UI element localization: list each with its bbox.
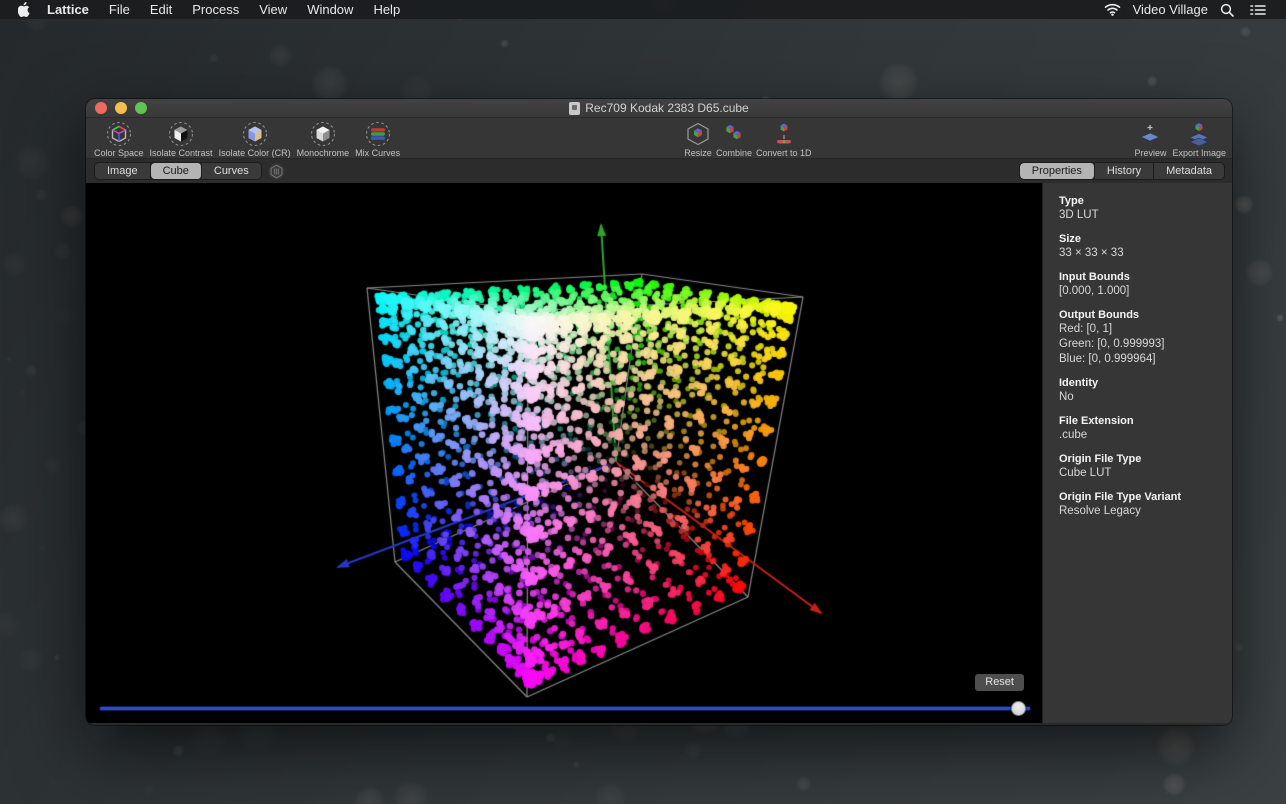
toolbar-button-preview[interactable]: Preview [1134,121,1166,158]
toolbar-button-combine[interactable]: Combine [716,121,752,158]
tab-cube[interactable]: Cube [151,163,202,179]
list-icon[interactable] [1246,4,1270,16]
property-value: No [1059,391,1222,404]
tab-metadata[interactable]: Metadata [1154,163,1224,179]
toolbar-button-convert-to-1d[interactable]: Convert to 1D [756,121,812,158]
tab-image[interactable]: Image [95,163,151,179]
toolbar-label: Isolate Contrast [150,148,213,158]
export-image-icon [1185,121,1213,147]
property-label: Output Bounds [1059,309,1222,321]
menu-item-file[interactable]: File [99,2,140,17]
apple-icon [18,2,31,17]
menu-item-edit[interactable]: Edit [140,2,182,17]
isolate-contrast-icon [168,121,194,147]
menu-bar: Lattice FileEditProcessViewWindowHelp Vi… [0,0,1286,19]
convert-1d-icon [771,121,797,147]
lut-cube-canvas[interactable] [86,183,1042,723]
tab-strip: ImageCubeCurves PropertiesHistoryMetadat… [86,159,1232,183]
titlebar[interactable]: Rec709 Kodak 2383 D65.cube [86,99,1232,118]
search-icon[interactable] [1216,3,1238,17]
window-title: Rec709 Kodak 2383 D65.cube [585,101,748,115]
lut-viewport[interactable]: Reset [86,183,1042,723]
tab-curves[interactable]: Curves [202,163,261,179]
menu-item-help[interactable]: Help [363,2,410,17]
zoom-button[interactable] [135,102,147,114]
property-value: Resolve Legacy [1059,505,1222,518]
view-mode-tabs: ImageCubeCurves [94,162,262,180]
property-value: Green: [0, 0.999993] [1059,338,1222,351]
properties-panel: Type 3D LUT Size 33 × 33 × 33 Input Bounds [0… [1043,183,1232,723]
slider-track[interactable] [100,707,1030,710]
property-label: Type [1059,195,1222,207]
wifi-icon[interactable] [1100,3,1125,16]
property-value: 3D LUT [1059,209,1222,222]
property-label: Size [1059,233,1222,245]
toolbar: Color Space Isolate Contrast Isolate Col… [86,118,1232,159]
status-text[interactable]: Video Village [1133,2,1208,17]
toolbar-label: Preview [1134,148,1166,158]
menu-item-app[interactable]: Lattice [41,2,99,17]
property-label: Origin File Type Variant [1059,491,1222,503]
color-space-icon [106,121,132,147]
toolbar-label: Resize [684,148,712,158]
toolbar-label: Convert to 1D [756,148,812,158]
toolbar-button-monochrome[interactable]: Monochrome [297,121,350,158]
resize-icon [684,121,712,147]
property-value: .cube [1059,429,1222,442]
preview-icon [1136,121,1164,147]
toolbar-button-isolate-color-cr[interactable]: Isolate Color (CR) [219,121,291,158]
slider-knob[interactable] [1011,701,1026,716]
property-label: Input Bounds [1059,271,1222,283]
toolbar-label: Combine [716,148,752,158]
toolbar-label: Monochrome [297,148,350,158]
cube-slices-icon [268,163,285,180]
cube-slices-button[interactable] [268,163,285,180]
toolbar-button-isolate-contrast[interactable]: Isolate Contrast [150,121,213,158]
reset-button[interactable]: Reset [975,674,1024,691]
property-value: 33 × 33 × 33 [1059,247,1222,260]
property-value: Cube LUT [1059,467,1222,480]
menu-item-process[interactable]: Process [182,2,249,17]
property-value: [0.000, 1.000] [1059,285,1222,298]
mix-curves-icon [365,121,391,147]
toolbar-label: Export Image [1172,148,1226,158]
close-button[interactable] [95,102,107,114]
combine-icon [719,121,749,147]
property-label: Origin File Type [1059,453,1222,465]
zoom-slider[interactable] [100,700,1030,716]
property-label: File Extension [1059,415,1222,427]
toolbar-label: Isolate Color (CR) [219,148,291,158]
toolbar-button-export-image[interactable]: Export Image [1172,121,1226,158]
toolbar-button-resize[interactable]: Resize [684,121,712,158]
minimize-button[interactable] [115,102,127,114]
menu-item-window[interactable]: Window [297,2,363,17]
menu-item-view[interactable]: View [249,2,297,17]
toolbar-label: Mix Curves [355,148,400,158]
document-proxy-icon[interactable] [569,102,580,115]
lattice-window: Rec709 Kodak 2383 D65.cube Color Space I… [86,99,1232,725]
toolbar-button-color-space[interactable]: Color Space [94,121,144,158]
tab-properties[interactable]: Properties [1020,163,1095,179]
tab-history[interactable]: History [1095,163,1154,179]
toolbar-label: Color Space [94,148,144,158]
apple-menu[interactable] [0,2,41,17]
property-value: Red: [0, 1] [1059,323,1222,336]
isolate-color-icon [242,121,268,147]
monochrome-icon [310,121,336,147]
inspector-tabs: PropertiesHistoryMetadata [1019,162,1225,180]
property-value: Blue: [0, 0.999964] [1059,353,1222,366]
toolbar-button-mix-curves[interactable]: Mix Curves [355,121,400,158]
property-label: Identity [1059,377,1222,389]
